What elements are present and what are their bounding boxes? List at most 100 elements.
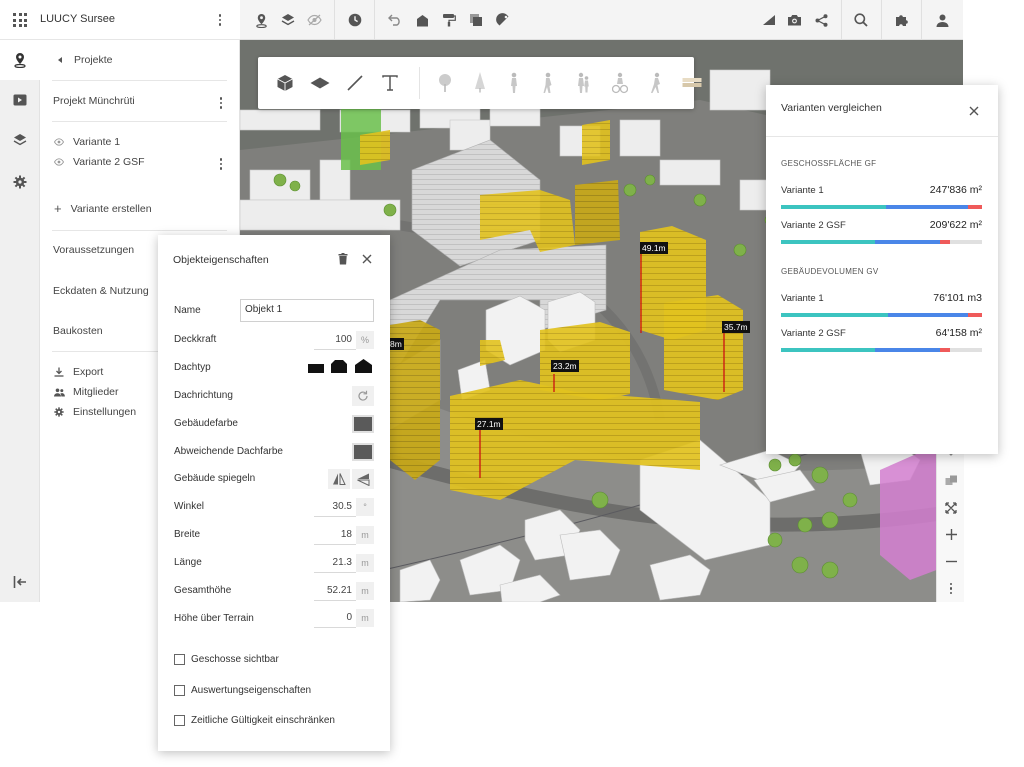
cyclist-icon[interactable] [612,72,628,94]
angle-input[interactable]: 30.5 [314,501,352,512]
gable-roof-icon[interactable] [355,359,372,373]
person-walking-icon[interactable] [542,72,554,94]
plus-icon: + [54,201,62,216]
time-validity-checkbox[interactable] [174,715,185,726]
divider [766,136,998,137]
layers-button[interactable] [278,10,298,30]
person-group-icon[interactable] [576,72,590,94]
height-label: 27.1m [475,418,503,430]
cube-3d-icon [945,475,957,485]
divider [881,0,882,40]
rail-video-button[interactable] [0,80,40,120]
measure-tool-button[interactable] [493,10,513,30]
flat-roof-icon[interactable] [308,362,324,373]
search-button[interactable] [851,10,871,30]
project-options-icon[interactable] [215,97,227,109]
ruler-icon [496,13,509,26]
location-button[interactable] [251,10,271,30]
zoom-out-button[interactable] [937,548,965,575]
height-label: 23.2m [551,360,579,372]
more-controls-button[interactable] [937,575,965,602]
create-variant-button[interactable]: + Variante erstellen [54,201,227,216]
total-height-input[interactable]: 52.21 [314,585,352,596]
blue-segment [875,240,940,244]
width-label: Breite [174,529,201,540]
account-button[interactable] [932,10,952,30]
length-input[interactable]: 21.3 [314,557,352,568]
copy-tool-button[interactable] [466,10,486,30]
collapse-icon [13,576,26,588]
map-pin-icon [255,13,267,28]
blue-segment [875,348,940,352]
variant-item[interactable]: Variante 1 [54,136,227,148]
map-toolbar [240,0,963,40]
width-input[interactable]: 18 [314,529,352,540]
width-unit: m [356,526,374,544]
mirror-horizontal-button[interactable] [328,469,350,489]
mirror-vertical-button[interactable] [352,469,374,489]
rail-project-button[interactable] [0,40,40,80]
share-button[interactable] [811,10,831,30]
hip-roof-icon[interactable] [331,360,347,373]
divider [374,0,375,40]
name-input[interactable]: Objekt 1 [240,299,374,322]
refresh-icon [358,390,368,401]
undo-button[interactable] [385,10,405,30]
teal-segment [781,205,886,209]
layers-icon [281,14,295,26]
close-icon[interactable] [362,254,372,264]
person-icon[interactable] [508,72,520,94]
screenshot-button[interactable] [784,10,804,30]
runner-icon[interactable] [650,72,662,94]
drawing-toolbar [258,57,702,109]
variant-name: Variante 1 [781,293,824,304]
people-icon [54,388,65,396]
text-tool-icon[interactable] [382,75,398,91]
opacity-label: Deckkraft [174,334,217,345]
apps-grid-icon[interactable] [13,13,27,27]
plane-icon[interactable] [310,77,330,89]
visibility-button[interactable] [304,10,324,30]
building-tool-button[interactable] [412,10,432,30]
clock-icon [348,13,362,27]
variant-options-icon[interactable] [215,158,227,170]
teal-segment [781,240,876,244]
divider [52,230,227,231]
tree-icon[interactable] [438,73,452,93]
collapse-sidebar-button[interactable] [0,562,40,602]
comparison-bar [781,205,982,209]
paint-roller-icon [443,14,456,27]
rotate-roof-button[interactable] [352,386,374,406]
terrain-height-input[interactable]: 0 [314,612,352,623]
terrain-button[interactable] [759,10,779,30]
back-to-projects-link[interactable]: Projekte [54,54,227,66]
building-color-swatch[interactable] [352,415,374,433]
plugins-button[interactable] [892,10,912,30]
close-icon[interactable] [969,106,979,116]
floors-visible-checkbox[interactable] [174,654,185,665]
project-name-row[interactable]: Projekt Münchrüti [53,95,227,109]
map-pin-icon [14,53,26,68]
fullscreen-button[interactable] [937,494,965,521]
tree-tool-button[interactable] [439,10,459,30]
line-tool-icon[interactable] [347,75,363,91]
bench-icon[interactable] [682,76,702,90]
roof-color-swatch[interactable] [352,443,374,461]
view-mode-button[interactable] [937,467,965,494]
variant-item[interactable]: Variante 2 GSF [54,156,227,170]
zoom-in-button[interactable] [937,521,965,548]
time-button[interactable] [345,10,365,30]
conifer-icon[interactable] [474,71,486,93]
opacity-input[interactable]: 100 [314,334,352,345]
rail-settings-button[interactable] [0,162,40,202]
camera-icon [787,15,801,26]
rail-layers-button[interactable] [0,120,40,160]
eye-icon[interactable] [54,138,64,146]
project-menu-icon[interactable] [214,14,226,26]
trash-icon[interactable] [338,253,348,265]
plus-icon [945,529,957,540]
cube-icon[interactable] [276,74,294,92]
length-label: Länge [174,557,202,568]
eye-icon[interactable] [54,158,64,166]
evaluation-checkbox[interactable] [174,685,185,696]
